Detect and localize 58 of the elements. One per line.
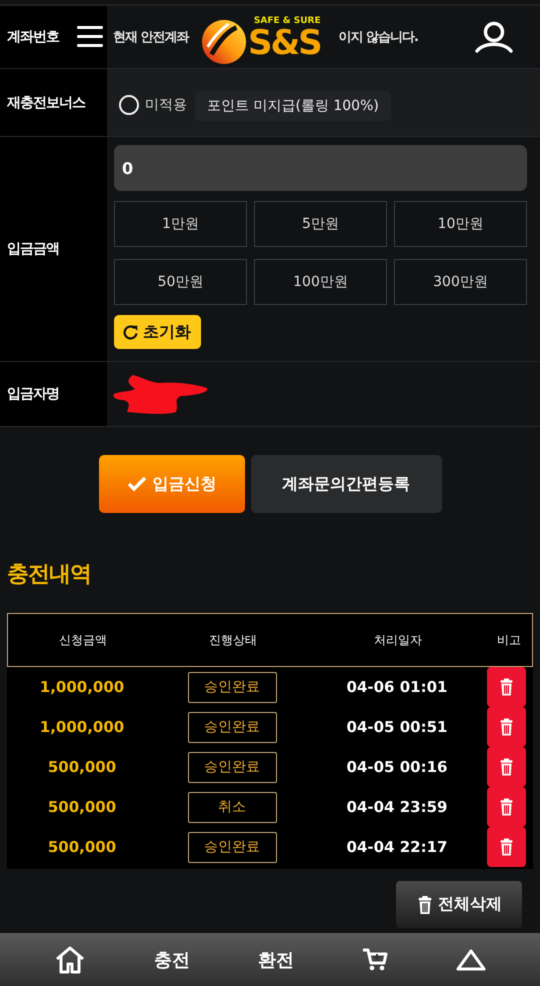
status-badge: 승인완료	[188, 712, 276, 742]
radio-label: 미적용	[145, 96, 187, 114]
column-header: 처리일자	[373, 632, 423, 648]
column-header: 비고	[496, 632, 522, 648]
amount-cell-text: 1,000,000	[38, 678, 126, 696]
trash-icon	[498, 718, 515, 736]
status-badge: 승인완료	[188, 672, 276, 702]
column-header: 진행상태	[208, 632, 258, 648]
date-cell-text: 04-05 00:51	[346, 718, 448, 736]
amount-button[interactable]: 5만원	[254, 201, 387, 247]
up-triangle-icon[interactable]	[456, 948, 486, 972]
field-label: 재충전보너스	[0, 69, 107, 136]
check-icon	[126, 476, 146, 492]
trash-icon	[498, 758, 515, 776]
logo-name: S&S	[248, 26, 321, 60]
section-title: 충전내역	[7, 561, 92, 589]
reset-button[interactable]: 초기화	[114, 315, 201, 349]
amount-button[interactable]: 100만원	[254, 259, 387, 305]
status-badge: 승인완료	[188, 752, 276, 782]
logo-tagline: SAFE & SURE	[254, 16, 321, 26]
logo-emblem	[200, 18, 248, 66]
trash-icon	[416, 894, 434, 914]
field-label: 입금금액	[0, 137, 107, 361]
delete-button[interactable]	[487, 667, 526, 707]
field-label: 계좌번호	[0, 6, 107, 68]
date-cell-text: 04-04 23:59	[346, 798, 448, 816]
refresh-icon	[122, 324, 139, 340]
date-cell-text: 04-04 22:17	[346, 838, 448, 856]
amount-button[interactable]: 10만원	[394, 201, 527, 247]
nav-tab[interactable]: 환전	[258, 948, 294, 972]
field-label: 입금자명	[0, 362, 107, 426]
delete-button[interactable]	[487, 827, 526, 867]
amount-cell-text: 500,000	[46, 798, 118, 816]
amount-button[interactable]: 1만원	[114, 201, 247, 247]
amount-cell-text: 500,000	[46, 758, 118, 776]
status-badge: 취소	[188, 792, 276, 822]
amount-cell-text: 1,000,000	[38, 718, 126, 736]
notice-text: 현재 안전계좌	[113, 29, 189, 46]
trash-icon	[498, 678, 515, 696]
amount-cell-text: 500,000	[46, 838, 118, 856]
register-button[interactable]: 계좌문의간편등록	[250, 455, 442, 513]
user-icon[interactable]	[474, 20, 514, 54]
date-cell-text: 04-06 01:01	[346, 678, 448, 696]
amount-button[interactable]: 300만원	[394, 259, 527, 305]
notice-text: 이지 않습니다.	[338, 29, 418, 46]
radio-button[interactable]	[119, 95, 139, 115]
cart-icon[interactable]	[362, 948, 388, 972]
date-cell-text: 04-05 00:16	[346, 758, 448, 776]
trash-icon	[498, 798, 515, 816]
amount-field[interactable]: 0	[114, 145, 527, 191]
delete-all-button[interactable]: 전체삭제	[396, 881, 522, 928]
column-header: 신청금액	[58, 632, 108, 648]
bonus-note: 포인트 미지급(롤링 100%)	[195, 91, 391, 121]
status-badge: 승인완료	[188, 832, 276, 862]
home-icon[interactable]	[54, 944, 86, 974]
nav-tab[interactable]: 충전	[154, 948, 190, 972]
trash-icon	[498, 838, 515, 856]
amount-button[interactable]: 50만원	[114, 259, 247, 305]
